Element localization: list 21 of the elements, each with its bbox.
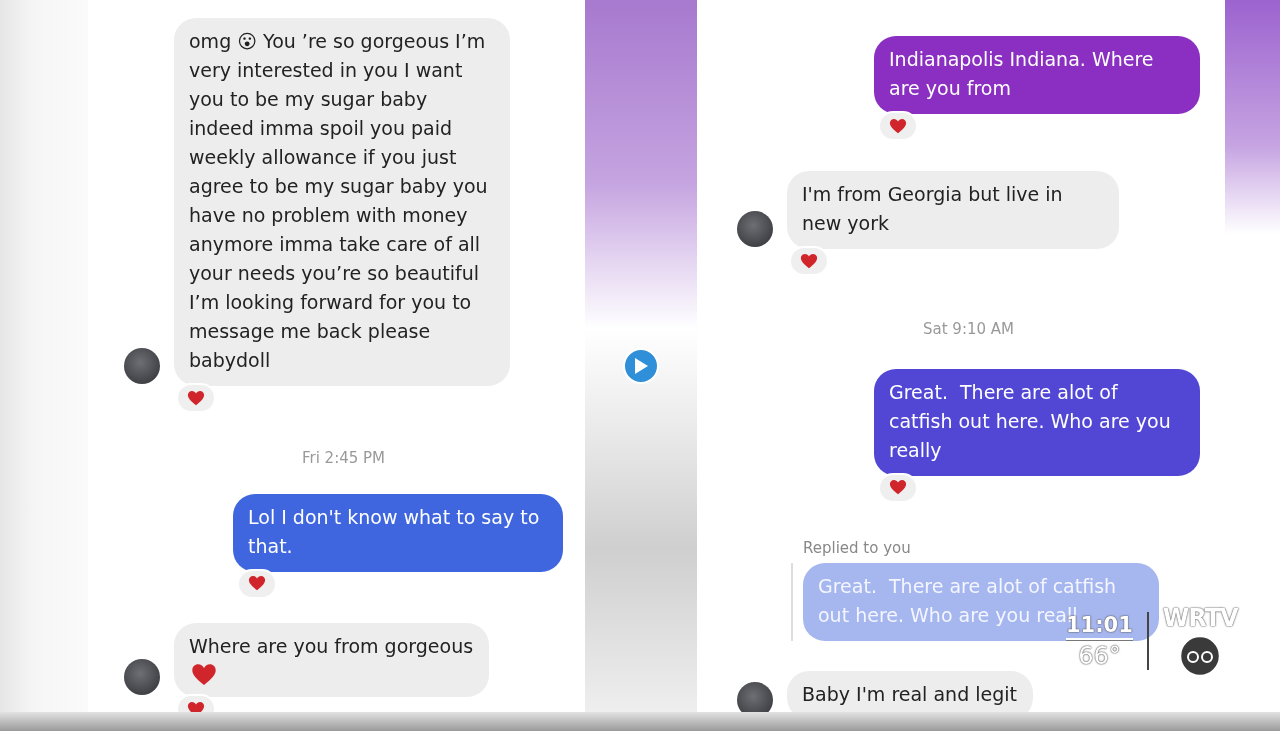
message-bubble: I'm from Georgia but live in new york <box>787 171 1119 249</box>
reply-label: Replied to you <box>803 537 912 559</box>
heart-icon <box>800 252 818 270</box>
timestamp: Sat 9:10 AM <box>923 319 1014 340</box>
message-bubble: Great. There are alot of catfish out here. Who are you really <box>874 368 1200 476</box>
avatar <box>124 658 160 695</box>
heart-icon <box>889 479 907 496</box>
temperature: 66° <box>1078 641 1121 672</box>
message-bubble: Indianapolis Indiana. Where are you from <box>874 36 1200 114</box>
avatar <box>124 348 160 384</box>
timestamp: Fri 2:45 PM <box>301 448 386 469</box>
avatar <box>737 211 773 247</box>
station-name: WRTV <box>1162 604 1238 632</box>
play-icon <box>633 356 649 375</box>
message-text: Where are you from gorgeous <box>189 633 474 659</box>
play-button[interactable] <box>623 347 659 384</box>
heart-icon <box>187 389 205 407</box>
message-bubble: Lol I don't know what to say to that. <box>233 493 563 572</box>
heart-icon <box>889 117 907 135</box>
message-bubble: omg 😮 You ’re so gorgeous I’m very interested in you I want you to be my sugar baby indeed imma spoil you paid weekly allowance if you just agree to be my sugar baby you have no problem with money anymore imma take care of all your needs you’re so beautiful I’m looking forward for you to message me back please babydoll <box>174 18 510 386</box>
heart-icon <box>248 575 266 592</box>
